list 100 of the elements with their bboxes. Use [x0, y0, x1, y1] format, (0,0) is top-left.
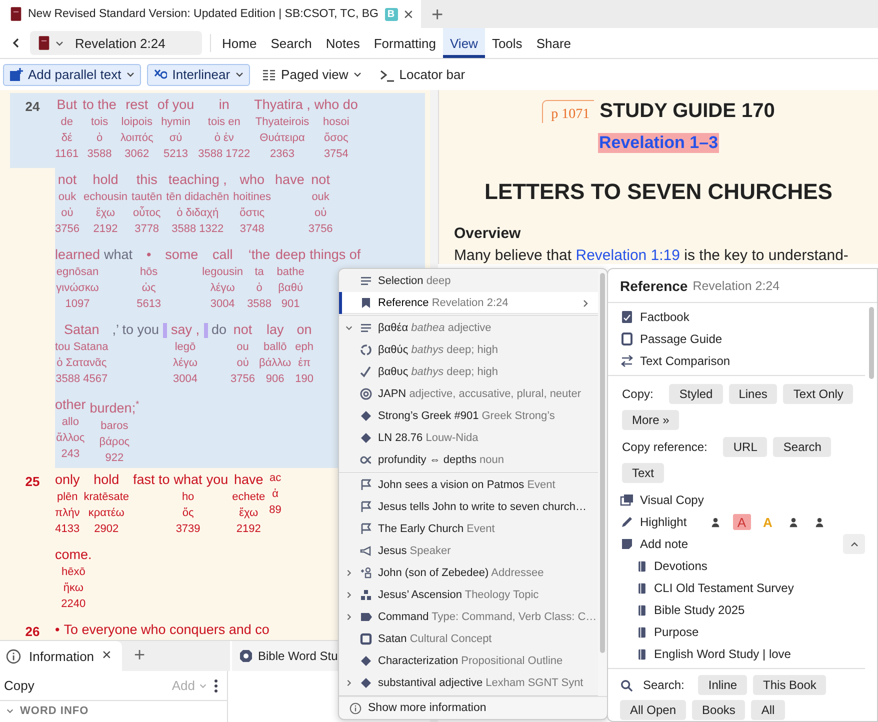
- greek-word: ὅστις: [240, 206, 265, 221]
- flag-icon: [359, 500, 373, 514]
- menu-tab[interactable]: Search: [264, 28, 319, 58]
- search-scope-button[interactable]: This Book: [753, 675, 826, 695]
- interlinear-icon: [153, 68, 168, 82]
- transliteration: legousin: [202, 265, 244, 280]
- menu-item[interactable]: Reference Revelation 2:24: [339, 292, 598, 314]
- strongs-number: 4133: [55, 522, 80, 537]
- english-word: some: [165, 246, 198, 264]
- english-word: have: [234, 471, 264, 489]
- chevron-icon: [850, 540, 858, 548]
- notebook-item[interactable]: CLI Old Testament Survey: [608, 577, 794, 599]
- greek-word: γινώσκω: [56, 281, 99, 296]
- add-document-icon: [9, 68, 23, 82]
- transliteration: tou Satana: [55, 340, 108, 355]
- document-tab[interactable]: New Revised Standard Version: Updated Edition | SB:CSOT, TC, BG B ×: [0, 0, 422, 28]
- english-word: Satan: [64, 321, 100, 339]
- greek-word: ἐπ: [298, 356, 311, 371]
- pencil-icon: [620, 515, 634, 529]
- close-tab-button[interactable]: ×: [404, 6, 414, 22]
- menu-tab[interactable]: Share: [529, 28, 578, 58]
- check-icon: [359, 365, 373, 379]
- copy-option-button[interactable]: More »: [622, 410, 680, 430]
- menu-tab[interactable]: Home: [215, 28, 264, 58]
- scrollbar[interactable]: [600, 273, 605, 653]
- greek-word: ἔχω: [96, 206, 115, 221]
- bookmark-icon: [359, 296, 373, 310]
- notebook-item[interactable]: Devotions: [608, 555, 708, 577]
- panel-tab[interactable]: Bible Word Stu: [230, 641, 337, 671]
- copy-button[interactable]: Copy: [4, 678, 34, 693]
- book-selector[interactable]: Revelation 2:24: [30, 31, 202, 55]
- notebook-item[interactable]: Purpose: [608, 621, 699, 643]
- panel-title: Reference: [620, 278, 688, 294]
- strongs-number: 901: [281, 297, 300, 312]
- tool-link[interactable]: Passage Guide: [608, 328, 722, 350]
- search-scope-button[interactable]: Inline: [698, 675, 748, 695]
- strongs-number: 5613: [136, 297, 162, 312]
- notebook-icon: [636, 560, 648, 572]
- greek-word: λέγω: [173, 356, 198, 371]
- strongs-number: 2192: [93, 222, 118, 237]
- search-scope-button[interactable]: All: [751, 700, 785, 720]
- clipboard-icon: [620, 332, 634, 346]
- copy-option-button[interactable]: Text Only: [783, 384, 854, 404]
- verse-number: 25: [24, 473, 41, 489]
- copy-option-button[interactable]: Styled: [669, 384, 723, 404]
- panel-tab[interactable]: Information ×: [0, 641, 122, 671]
- scrollbar[interactable]: [869, 307, 874, 379]
- close-tab-button[interactable]: ×: [102, 647, 112, 665]
- tool-link[interactable]: Text Comparison: [608, 350, 730, 372]
- diamond-icon: [359, 654, 373, 668]
- strongs-number: 2240: [61, 597, 86, 612]
- english-word: not: [233, 321, 252, 339]
- notebook-item[interactable]: Bible Study 2025: [608, 599, 745, 621]
- english-word: hold: [92, 171, 118, 189]
- english-word: other: [55, 396, 86, 414]
- tool-link[interactable]: Factbook: [608, 306, 690, 328]
- toolbar-button[interactable]: Add parallel text: [3, 64, 142, 86]
- search-scope-button[interactable]: Books: [692, 700, 746, 720]
- more-icon[interactable]: [213, 678, 219, 692]
- copy-option-button[interactable]: Search: [773, 437, 832, 457]
- menu-tab[interactable]: View: [443, 28, 485, 58]
- copy-option-button[interactable]: Text: [622, 463, 664, 483]
- notebook-item[interactable]: English Word Study | love: [608, 643, 791, 665]
- strongs-number: 3062: [124, 147, 150, 162]
- strongs-number: 3004: [210, 297, 235, 312]
- transliteration: echousin: [83, 190, 128, 205]
- menu-tab[interactable]: Formatting: [366, 28, 443, 58]
- copy-option-button[interactable]: Lines: [728, 384, 778, 404]
- expand-icon: [345, 569, 353, 577]
- strongs-number: 3756: [230, 372, 256, 387]
- menu-tab[interactable]: Notes: [318, 28, 367, 58]
- new-tab-button[interactable]: +: [122, 641, 158, 671]
- english-word: call: [212, 246, 233, 264]
- english-word: have: [275, 171, 304, 189]
- menu-item[interactable]: Show more information: [339, 696, 607, 719]
- lines-icon: [359, 274, 373, 288]
- strongs-number: 2363: [270, 147, 294, 162]
- section-header[interactable]: WORD INFO: [0, 701, 227, 721]
- reference-link[interactable]: Revelation 1:19: [576, 247, 680, 264]
- toolbar-button[interactable]: Locator bar: [374, 64, 472, 86]
- english-word: rest: [126, 96, 148, 114]
- english-word: Thyatira ,: [254, 96, 310, 114]
- toolbar-button[interactable]: Interlinear: [147, 64, 250, 86]
- menu-tab[interactable]: Tools: [484, 28, 530, 58]
- caret-icon: [126, 70, 136, 79]
- prompt-icon: [380, 68, 394, 82]
- search-scope-button[interactable]: All Open: [620, 700, 686, 720]
- toolbar-button[interactable]: Paged view: [256, 64, 368, 86]
- visual-copy-link[interactable]: Visual Copy: [608, 489, 704, 511]
- strongs-number: 3004: [173, 372, 198, 387]
- caret-icon: [55, 38, 64, 48]
- new-tab-button[interactable]: +: [431, 2, 444, 28]
- lens-icon: [239, 649, 253, 663]
- images-icon: [620, 493, 634, 507]
- english-word: things of: [310, 246, 361, 264]
- strongs-number: 3756: [55, 222, 80, 237]
- copy-option-button[interactable]: URL: [723, 437, 768, 457]
- greek-word: οὗτος: [132, 205, 161, 221]
- menu-item[interactable]: Command Type: Command, Verb Class: C…: [339, 606, 598, 628]
- strongs-number: 243: [61, 447, 80, 462]
